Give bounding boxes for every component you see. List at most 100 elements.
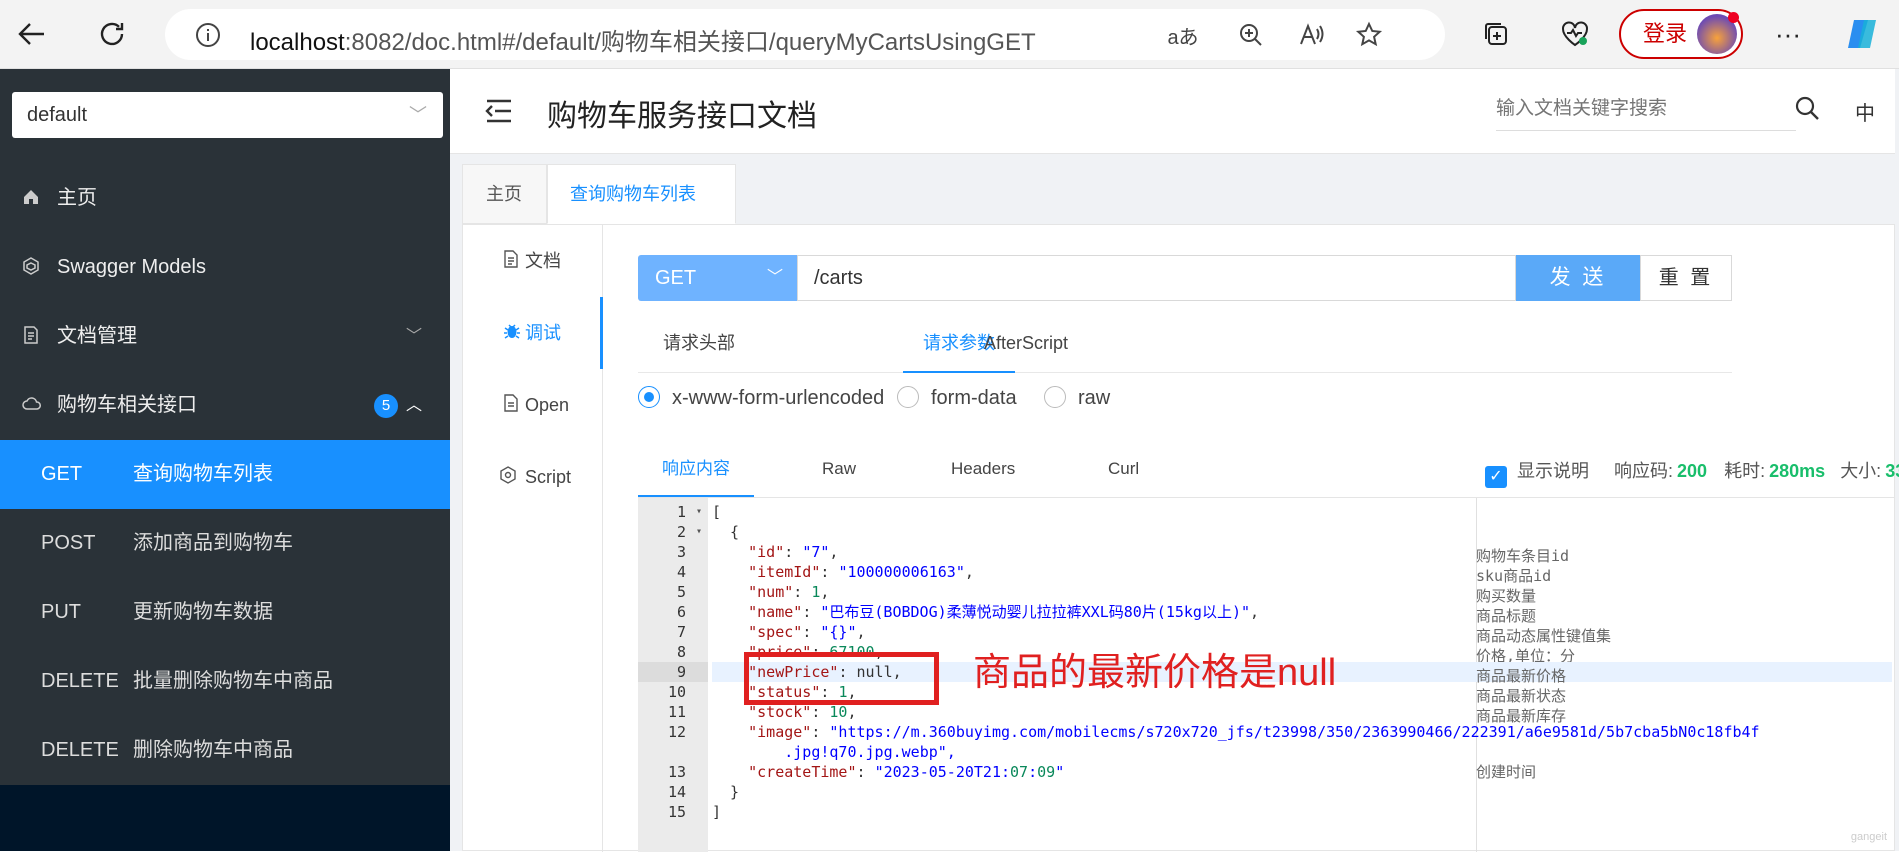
vnav-debug[interactable]: 调试 — [463, 297, 603, 369]
tab-afterscript[interactable]: AfterScript — [984, 313, 1068, 373]
code-line: .jpg!q70.jpg.webp", — [712, 743, 956, 761]
response-time: 280ms — [1769, 461, 1826, 481]
url-text: localhost:8082/doc.html#/default/购物车相关接口… — [250, 29, 1036, 56]
radio-raw[interactable]: raw — [1044, 383, 1110, 413]
tab-response-raw[interactable]: Raw — [822, 441, 856, 497]
tab-response-headers[interactable]: Headers — [951, 441, 1015, 497]
radio-unchecked-icon — [1044, 386, 1066, 408]
api-item-get-carts[interactable]: GET 查询购物车列表 — [0, 440, 450, 509]
language-toggle[interactable]: 中 — [1855, 97, 1875, 126]
line-number: 13 — [667, 763, 686, 781]
divider — [638, 372, 1732, 373]
tab-home[interactable]: 主页 — [462, 164, 547, 224]
models-icon — [22, 233, 40, 302]
chevron-down-icon: ﹀ — [406, 328, 423, 345]
chevron-down-icon: ﹀ — [409, 105, 427, 125]
address-bar[interactable]: localhost:8082/doc.html#/default/购物车相关接口… — [165, 9, 1445, 60]
search-icon[interactable] — [1795, 96, 1821, 127]
fold-arrow-icon[interactable]: ▾ — [696, 502, 702, 522]
api-item-put-cart[interactable]: PUT 更新购物车数据 — [0, 578, 450, 647]
read-aloud-icon[interactable] — [1295, 19, 1327, 51]
sidebar-item-swagger-models[interactable]: Swagger Models — [0, 233, 450, 302]
info-icon[interactable] — [192, 19, 224, 51]
chevron-down-icon: ﹀ — [766, 269, 783, 286]
tab-query-carts[interactable]: 查询购物车列表 × — [547, 164, 736, 263]
sidebar: default ﹀ 主页 Swagger Models 文档管理 ﹀ 购物车相关… — [0, 69, 450, 851]
vnav-open[interactable]: Open — [463, 369, 603, 441]
zoom-icon[interactable] — [1235, 19, 1267, 51]
vertical-nav: 文档 调试 Open Script — [463, 225, 603, 852]
refresh-icon[interactable] — [92, 14, 132, 54]
line-number — [638, 742, 708, 762]
api-item-delete-cart[interactable]: DELETE 删除购物车中商品 — [0, 716, 450, 785]
count-badge: 5 — [374, 394, 398, 418]
top-header: 购物车服务接口文档 中 — [450, 69, 1895, 154]
line-number: 5 — [676, 583, 686, 601]
more-icon[interactable]: ··· — [1768, 14, 1808, 54]
health-icon[interactable] — [1555, 14, 1595, 54]
checkbox-checked-icon[interactable]: ✓ — [1485, 466, 1507, 488]
fold-arrow-icon[interactable]: ▾ — [696, 522, 702, 542]
favorite-star-icon[interactable] — [1353, 19, 1385, 51]
tab-response-content[interactable]: 响应内容 — [638, 441, 754, 497]
vnav-doc[interactable]: 文档 — [463, 225, 603, 297]
reset-button[interactable]: 重 置 — [1640, 255, 1732, 301]
radio-checked-icon — [638, 386, 660, 408]
vnav-script[interactable]: Script — [463, 441, 603, 513]
avatar — [1697, 12, 1739, 54]
group-select[interactable]: default ﹀ — [12, 92, 443, 138]
page-title: 购物车服务接口文档 — [547, 100, 817, 133]
script-icon — [499, 441, 517, 513]
menu-collapse-icon[interactable] — [483, 97, 513, 130]
line-number: 1 ▾ — [676, 502, 702, 522]
line-number: 10 — [667, 683, 686, 701]
status-code: 200 — [1677, 461, 1708, 481]
document-icon — [503, 225, 519, 297]
show-desc-label: 显示说明 — [1517, 461, 1589, 481]
line-number: 3 — [676, 543, 686, 561]
response-size: 334 B — [1885, 461, 1899, 481]
doc-tabs: 主页 查询购物车列表 × — [462, 164, 1895, 263]
url-path-input[interactable]: /carts — [797, 255, 1516, 301]
chevron-up-icon: ︿ — [406, 397, 423, 414]
sidebar-item-cart-api[interactable]: 购物车相关接口 5 ︿ — [0, 371, 450, 440]
doc-manage-icon — [22, 302, 40, 371]
tab-response-curl[interactable]: Curl — [1108, 441, 1139, 497]
radio-unchecked-icon — [897, 386, 919, 408]
login-button[interactable]: 登录 — [1619, 9, 1743, 59]
send-button[interactable]: 发 送 — [1516, 255, 1640, 301]
radio-form-data[interactable]: form-data — [897, 383, 1017, 413]
line-number: 14 — [667, 783, 686, 801]
code-line: ] — [712, 803, 722, 821]
file-icon — [503, 369, 519, 441]
line-number: 6 — [676, 603, 686, 621]
main-area: 购物车服务接口文档 中 主页 查询购物车列表 × 文档 调试 — [450, 69, 1899, 852]
api-item-delete-carts[interactable]: DELETE 批量删除购物车中商品 — [0, 647, 450, 716]
search-input[interactable] — [1496, 87, 1796, 131]
back-icon[interactable] — [12, 14, 52, 54]
method-select[interactable]: GET ﹀ — [638, 255, 797, 301]
line-number: 2 ▾ — [676, 522, 702, 542]
api-item-post-cart[interactable]: POST 添加商品到购物车 — [0, 509, 450, 578]
tab-request-headers[interactable]: 请求头部 — [663, 313, 735, 373]
response-meta: ✓显示说明 响应码:200 耗时:280ms 大小:334 B — [1485, 457, 1899, 488]
cloud-icon — [22, 371, 42, 440]
radio-urlencoded[interactable]: x-www-form-urlencoded — [638, 383, 884, 413]
copilot-icon[interactable] — [1842, 14, 1882, 54]
line-number: 12 — [667, 723, 686, 741]
code-line: } — [712, 783, 740, 801]
line-number: 4 — [676, 563, 686, 581]
line-number: 11 — [667, 703, 686, 721]
translate-icon[interactable]: aあ — [1167, 19, 1199, 51]
sidebar-item-doc-manage[interactable]: 文档管理 ﹀ — [0, 302, 450, 371]
sidebar-item-home[interactable]: 主页 — [0, 164, 450, 233]
collections-icon[interactable] — [1476, 14, 1516, 54]
line-number: 9 — [638, 662, 708, 682]
home-icon — [22, 164, 40, 233]
field-description: 创建时间 — [1476, 763, 1537, 781]
browser-toolbar: localhost:8082/doc.html#/default/购物车相关接口… — [0, 0, 1899, 69]
annotation-highlight-box — [744, 652, 939, 705]
code-line: [ — [712, 503, 722, 521]
line-number: 7 — [676, 623, 686, 641]
bug-icon — [503, 297, 521, 369]
